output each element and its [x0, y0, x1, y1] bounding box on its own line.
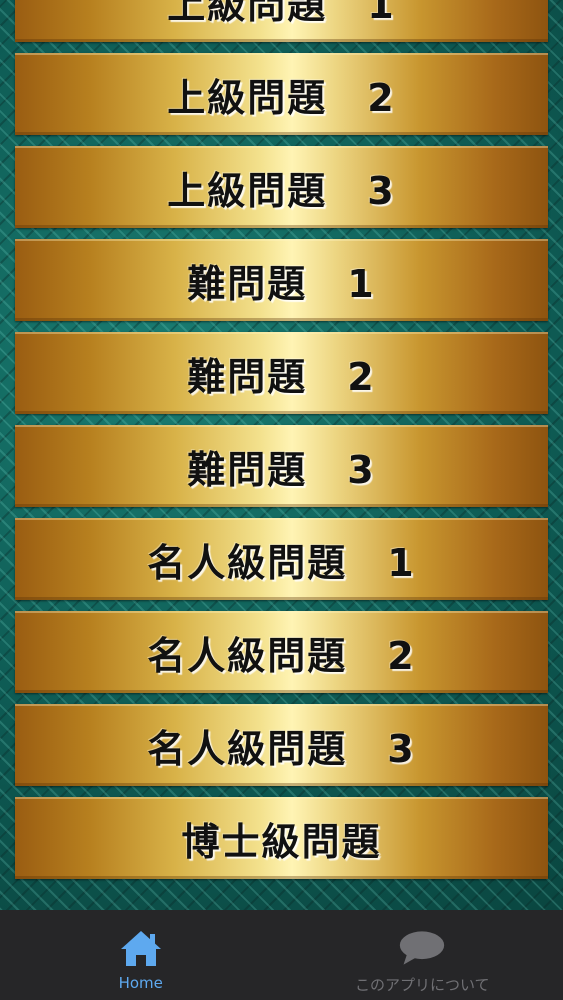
speech-bubble-icon: [398, 926, 446, 970]
level-button-hard-2[interactable]: 難問題 2: [15, 332, 548, 414]
tab-home[interactable]: Home: [0, 910, 282, 1000]
level-label: 難問題 3: [187, 447, 376, 492]
level-label: 名人級問題 2: [147, 633, 416, 678]
level-button-hard-1[interactable]: 難問題 1: [15, 239, 548, 321]
level-label: 難問題 1: [187, 261, 376, 306]
tab-about[interactable]: このアプリについて: [282, 910, 563, 1000]
level-list: 上級問題 1 上級問題 2 上級問題 3 難問題 1 難問題 2 難問題 3 名…: [15, 0, 548, 890]
level-label: 上級問題 2: [167, 75, 396, 120]
level-button-master-2[interactable]: 名人級問題 2: [15, 611, 548, 693]
level-label: 上級問題 3: [167, 168, 396, 213]
level-label: 名人級問題 3: [147, 726, 416, 771]
level-label: 博士級問題: [181, 819, 382, 864]
level-button-master-1[interactable]: 名人級問題 1: [15, 518, 548, 600]
level-button-doctor[interactable]: 博士級問題: [15, 797, 548, 879]
level-button-advanced-1[interactable]: 上級問題 1: [15, 0, 548, 42]
level-label: 難問題 2: [187, 354, 376, 399]
level-label: 名人級問題 1: [147, 540, 416, 585]
background-pattern: 上級問題 1 上級問題 2 上級問題 3 難問題 1 難問題 2 難問題 3 名…: [0, 0, 563, 910]
level-button-advanced-3[interactable]: 上級問題 3: [15, 146, 548, 228]
tab-home-label: Home: [118, 974, 163, 992]
tab-about-label: このアプリについて: [354, 976, 490, 994]
home-icon: [117, 926, 165, 970]
level-label: 上級問題 1: [167, 0, 396, 27]
level-button-hard-3[interactable]: 難問題 3: [15, 425, 548, 507]
bottom-tab-bar: Home このアプリについて: [0, 910, 563, 1000]
level-button-master-3[interactable]: 名人級問題 3: [15, 704, 548, 786]
level-button-advanced-2[interactable]: 上級問題 2: [15, 53, 548, 135]
